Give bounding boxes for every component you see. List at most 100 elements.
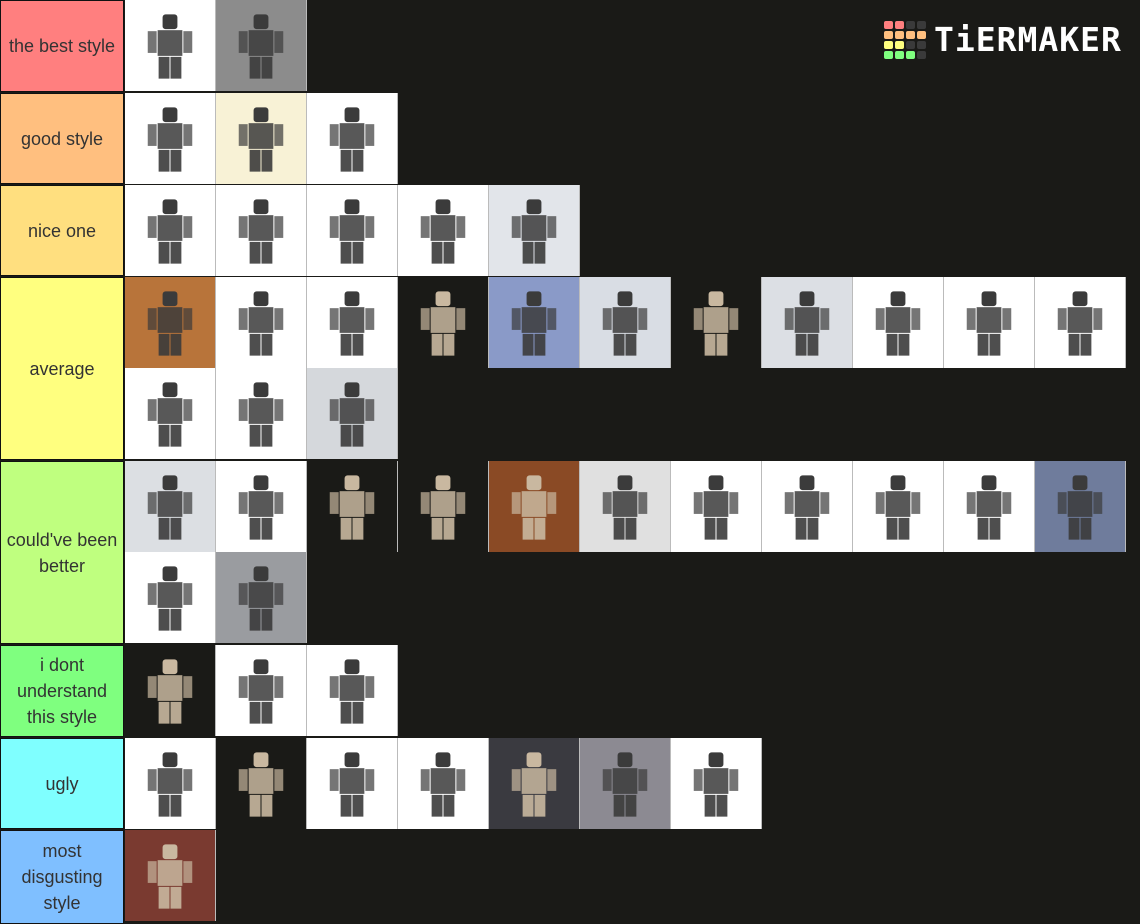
tier-label[interactable]: good style — [0, 93, 124, 184]
avatar-icon — [238, 659, 284, 724]
avatar-tile[interactable] — [307, 93, 398, 184]
avatar-icon — [329, 199, 375, 264]
avatar-tile[interactable] — [125, 93, 216, 184]
tier-label[interactable]: the best style — [0, 0, 124, 92]
tier-row: ugly — [0, 738, 1140, 829]
avatar-tile[interactable] — [216, 552, 307, 643]
avatar-tile[interactable] — [489, 461, 580, 552]
avatar-tile[interactable] — [1035, 277, 1126, 368]
avatar-icon — [511, 475, 557, 540]
avatar-icon — [147, 659, 193, 724]
avatar-icon — [966, 475, 1012, 540]
avatar-icon — [147, 844, 193, 909]
logo-square — [917, 51, 926, 59]
avatar-tile[interactable] — [307, 185, 398, 276]
avatar-icon — [511, 199, 557, 264]
avatar-icon — [602, 475, 648, 540]
logo-square — [895, 51, 904, 59]
logo-square — [884, 41, 893, 49]
avatar-tile[interactable] — [216, 645, 307, 736]
tier-row: could've been better — [0, 461, 1140, 644]
avatar-tile[interactable] — [944, 461, 1035, 552]
tier-label[interactable]: ugly — [0, 738, 124, 829]
avatar-tile[interactable] — [216, 368, 307, 459]
tiermaker-logo[interactable]: TiERMAKER — [884, 20, 1122, 60]
tier-row: average — [0, 277, 1140, 460]
avatar-icon — [329, 382, 375, 447]
avatar-tile[interactable] — [398, 185, 489, 276]
avatar-tile[interactable] — [307, 461, 398, 552]
avatar-icon — [602, 291, 648, 356]
avatar-icon — [875, 291, 921, 356]
avatar-tile[interactable] — [580, 461, 671, 552]
avatar-tile[interactable] — [307, 645, 398, 736]
avatar-tile[interactable] — [853, 277, 944, 368]
avatar-tile[interactable] — [125, 830, 216, 921]
avatar-tile[interactable] — [125, 645, 216, 736]
tier-items — [124, 93, 1140, 184]
avatar-icon — [329, 291, 375, 356]
avatar-icon — [1057, 291, 1103, 356]
avatar-icon — [511, 291, 557, 356]
avatar-tile[interactable] — [125, 461, 216, 552]
avatar-tile[interactable] — [398, 461, 489, 552]
avatar-tile[interactable] — [580, 738, 671, 829]
avatar-tile[interactable] — [216, 0, 307, 91]
tier-items — [124, 830, 1140, 924]
avatar-tile[interactable] — [762, 277, 853, 368]
avatar-tile[interactable] — [944, 277, 1035, 368]
avatar-icon — [693, 752, 739, 817]
avatar-icon — [238, 566, 284, 631]
tier-items — [124, 738, 1140, 829]
avatar-tile[interactable] — [216, 461, 307, 552]
avatar-tile[interactable] — [307, 368, 398, 459]
avatar-tile[interactable] — [489, 185, 580, 276]
avatar-icon — [602, 752, 648, 817]
avatar-tile[interactable] — [398, 277, 489, 368]
avatar-icon — [875, 475, 921, 540]
avatar-tile[interactable] — [216, 185, 307, 276]
avatar-tile[interactable] — [216, 738, 307, 829]
avatar-tile[interactable] — [489, 277, 580, 368]
avatar-tile[interactable] — [1035, 461, 1126, 552]
avatar-tile[interactable] — [671, 738, 762, 829]
logo-square — [906, 31, 915, 39]
avatar-tile[interactable] — [762, 461, 853, 552]
tier-row: i dont understand this style — [0, 645, 1140, 737]
logo-square — [884, 31, 893, 39]
avatar-tile[interactable] — [398, 738, 489, 829]
avatar-tile[interactable] — [307, 277, 398, 368]
tier-label[interactable]: nice one — [0, 185, 124, 276]
logo-grid-icon — [884, 21, 926, 59]
avatar-tile[interactable] — [853, 461, 944, 552]
avatar-tile[interactable] — [580, 277, 671, 368]
avatar-tile[interactable] — [671, 461, 762, 552]
tier-items — [124, 645, 1140, 737]
avatar-tile[interactable] — [125, 185, 216, 276]
logo-text: TiERMAKER — [934, 20, 1122, 59]
avatar-tile[interactable] — [125, 277, 216, 368]
avatar-icon — [147, 382, 193, 447]
avatar-tile[interactable] — [125, 738, 216, 829]
avatar-tile[interactable] — [307, 738, 398, 829]
tier-label[interactable]: most disgusting style — [0, 830, 124, 924]
avatar-tile[interactable] — [216, 277, 307, 368]
logo-square — [895, 21, 904, 29]
tier-label[interactable]: i dont understand this style — [0, 645, 124, 737]
avatar-tile[interactable] — [125, 552, 216, 643]
avatar-icon — [238, 199, 284, 264]
avatar-icon — [693, 475, 739, 540]
avatar-tile[interactable] — [125, 0, 216, 91]
logo-square — [884, 21, 893, 29]
avatar-tile[interactable] — [671, 277, 762, 368]
tier-label[interactable]: average — [0, 277, 124, 460]
avatar-icon — [238, 291, 284, 356]
avatar-icon — [238, 107, 284, 172]
logo-square — [917, 31, 926, 39]
tier-items — [124, 461, 1140, 644]
avatar-tile[interactable] — [489, 738, 580, 829]
tier-label[interactable]: could've been better — [0, 461, 124, 644]
logo-square — [895, 41, 904, 49]
avatar-tile[interactable] — [216, 93, 307, 184]
avatar-tile[interactable] — [125, 368, 216, 459]
